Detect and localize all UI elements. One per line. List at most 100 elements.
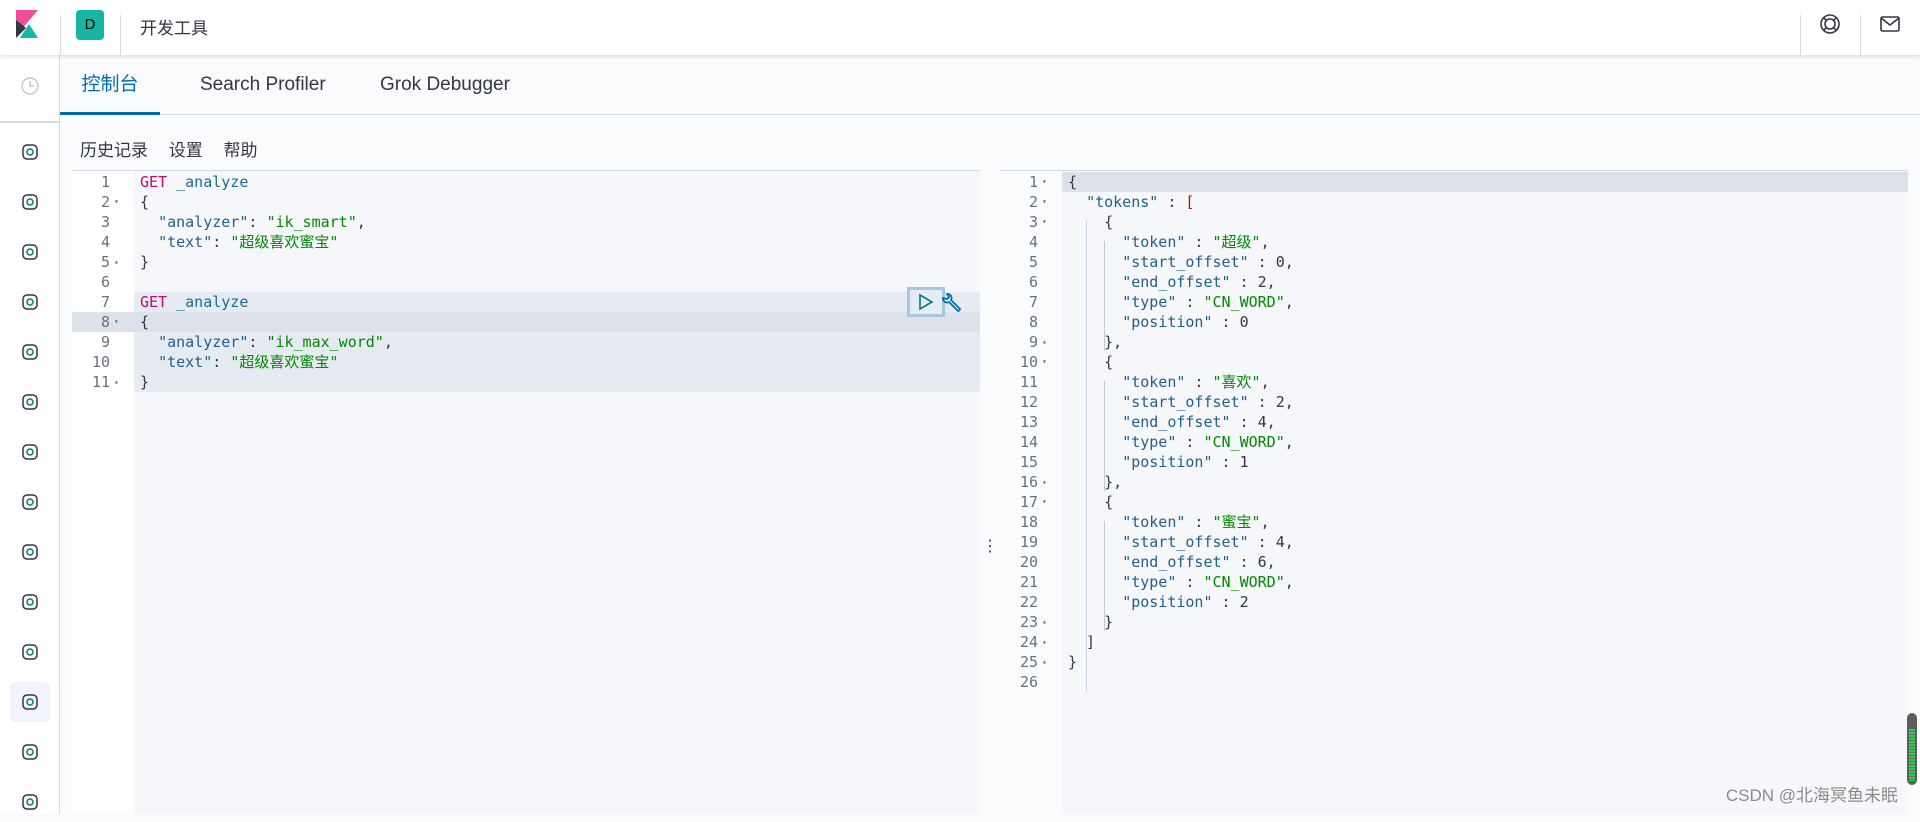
token-url: _analyze (167, 293, 249, 311)
visualize-icon (22, 194, 38, 210)
code-text: "start_offset" : 0, (1068, 252, 1294, 272)
sidebar-item-logs[interactable] (10, 532, 50, 572)
sidebar-item-uptime[interactable] (10, 582, 50, 622)
fold-close-icon[interactable]: ▴ (1042, 472, 1047, 492)
sidebar-item-maps[interactable] (10, 332, 50, 372)
token-key: "analyzer" (158, 333, 249, 351)
token-punc (140, 213, 158, 231)
help-lifebuoy-icon[interactable] (1818, 12, 1842, 36)
code-text: } (140, 252, 149, 272)
code-text: "start_offset" : 2, (1068, 392, 1294, 412)
line-number: 1 (100, 173, 110, 191)
fold-open-icon[interactable]: ▾ (1042, 212, 1047, 232)
code-line: 16 ▴ }, (1000, 472, 1908, 492)
fold-open-icon[interactable]: ▾ (1042, 352, 1047, 372)
history-link[interactable]: 历史记录 (80, 141, 148, 160)
tab-console[interactable]: 控制台 (60, 55, 160, 115)
token-punc: , (1260, 233, 1270, 251)
canvas-icon (22, 294, 38, 310)
token-key: "position" (1122, 593, 1213, 611)
token-punc: , (1284, 293, 1294, 311)
top-header: D 开发工具 (0, 0, 1920, 55)
code-text: GET _analyze (140, 172, 248, 192)
code-text: } (1068, 612, 1113, 632)
code-text: "token" : "超级", (1068, 232, 1270, 252)
fold-open-icon[interactable]: ▾ (1042, 192, 1047, 212)
fold-close-icon[interactable]: ▴ (1042, 332, 1047, 352)
code-line: 5 ▴} (72, 252, 980, 272)
token-key: "token" (1122, 233, 1186, 251)
header-divider (1860, 15, 1861, 55)
fold-close-icon[interactable]: ▴ (114, 252, 119, 272)
line-number: 5 (1028, 253, 1038, 271)
token-key: "position" (1122, 453, 1213, 471)
sidebar-item-infrastructure[interactable] (10, 482, 50, 522)
sidebar-item-dev-tools[interactable] (10, 682, 50, 722)
code-text: "tokens" : [ (1068, 192, 1194, 212)
token-key: "type" (1122, 573, 1177, 591)
sidebar-item-discover[interactable] (10, 132, 50, 172)
uptime-icon (22, 594, 38, 610)
token-punc: : (1158, 193, 1186, 211)
sidebar-item-machine-learning[interactable] (10, 382, 50, 422)
request-editor[interactable]: 1 GET _analyze 2 ▾{3 "analyzer": "ik_smart"… (72, 170, 980, 814)
token-punc: } (1068, 653, 1078, 671)
scrollbar-widget[interactable] (1907, 713, 1917, 785)
kibana-logo[interactable] (16, 10, 38, 38)
code-line: 17 ▾ { (1000, 492, 1908, 512)
token-punc: { (140, 313, 150, 331)
token-punc: : (1185, 233, 1213, 251)
token-punc: : (1176, 293, 1204, 311)
token-punc: }, (1068, 333, 1123, 351)
code-line: 2 ▾ { (72, 192, 980, 212)
help-link[interactable]: 帮助 (223, 141, 257, 160)
token-num: : 1 (1212, 453, 1249, 471)
sidebar-item-management[interactable] (10, 782, 50, 822)
tab-search-profiler[interactable]: Search Profiler (180, 55, 346, 115)
fold-close-icon[interactable]: ▴ (1042, 612, 1047, 632)
active-line-highlight (1062, 172, 1908, 192)
dev-tools-icon (22, 694, 38, 710)
code-line: 1 GET _analyze (72, 172, 980, 192)
sidebar-item-visualize[interactable] (10, 182, 50, 222)
token-punc (1068, 373, 1122, 391)
wrench-actions-icon[interactable] (940, 292, 962, 314)
token-str: "超级" (1212, 233, 1261, 251)
token-num: : 2 (1212, 593, 1249, 611)
fold-close-icon[interactable]: ▴ (114, 372, 119, 392)
fold-open-icon[interactable]: ▾ (114, 192, 119, 212)
line-number: 25 (1019, 653, 1038, 671)
token-num: : 0, (1248, 253, 1294, 271)
code-line: 4 "token" : "超级", (1000, 232, 1908, 252)
sidebar-item-dashboard[interactable] (10, 232, 50, 272)
sidebar-item-siem[interactable] (10, 432, 50, 472)
settings-link[interactable]: 设置 (169, 141, 203, 160)
discover-icon (22, 144, 38, 160)
fold-close-icon[interactable]: ▴ (1042, 632, 1047, 652)
token-str: "蜜宝" (1212, 513, 1261, 531)
fold-open-icon[interactable]: ▾ (114, 312, 119, 332)
line-number: 1 (1028, 173, 1038, 191)
fold-open-icon[interactable]: ▾ (1042, 492, 1047, 512)
space-avatar[interactable]: D (76, 10, 104, 40)
fold-open-icon[interactable]: ▾ (1042, 172, 1047, 192)
code-text: "type" : "CN_WORD", (1068, 292, 1294, 312)
sidebar-item-stack-monitoring[interactable] (10, 732, 50, 772)
token-str: "CN_WORD" (1203, 293, 1285, 311)
token-punc (1068, 433, 1122, 451)
mail-icon[interactable] (1878, 12, 1902, 36)
response-editor[interactable]: 1 ▾{2 ▾ "tokens" : [3 ▾ {4 "token" : "超级", 5… (1000, 170, 1908, 814)
pane-resizer[interactable]: ⋮ (980, 170, 1000, 814)
token-key: "token" (1122, 513, 1186, 531)
token-num: : 4, (1230, 413, 1276, 431)
sidebar-item-recently-viewed[interactable] (10, 66, 50, 106)
line-number: 3 (1028, 213, 1038, 231)
token-punc: , (1284, 573, 1294, 591)
tab-grok-debugger[interactable]: Grok Debugger (360, 55, 530, 115)
sidebar-item-apm[interactable] (10, 632, 50, 672)
fold-close-icon[interactable]: ▴ (1042, 652, 1047, 672)
machine-learning-icon (22, 394, 38, 410)
indent-guide (1104, 381, 1105, 491)
sidebar-item-canvas[interactable] (10, 282, 50, 322)
token-punc: { (1068, 353, 1114, 371)
